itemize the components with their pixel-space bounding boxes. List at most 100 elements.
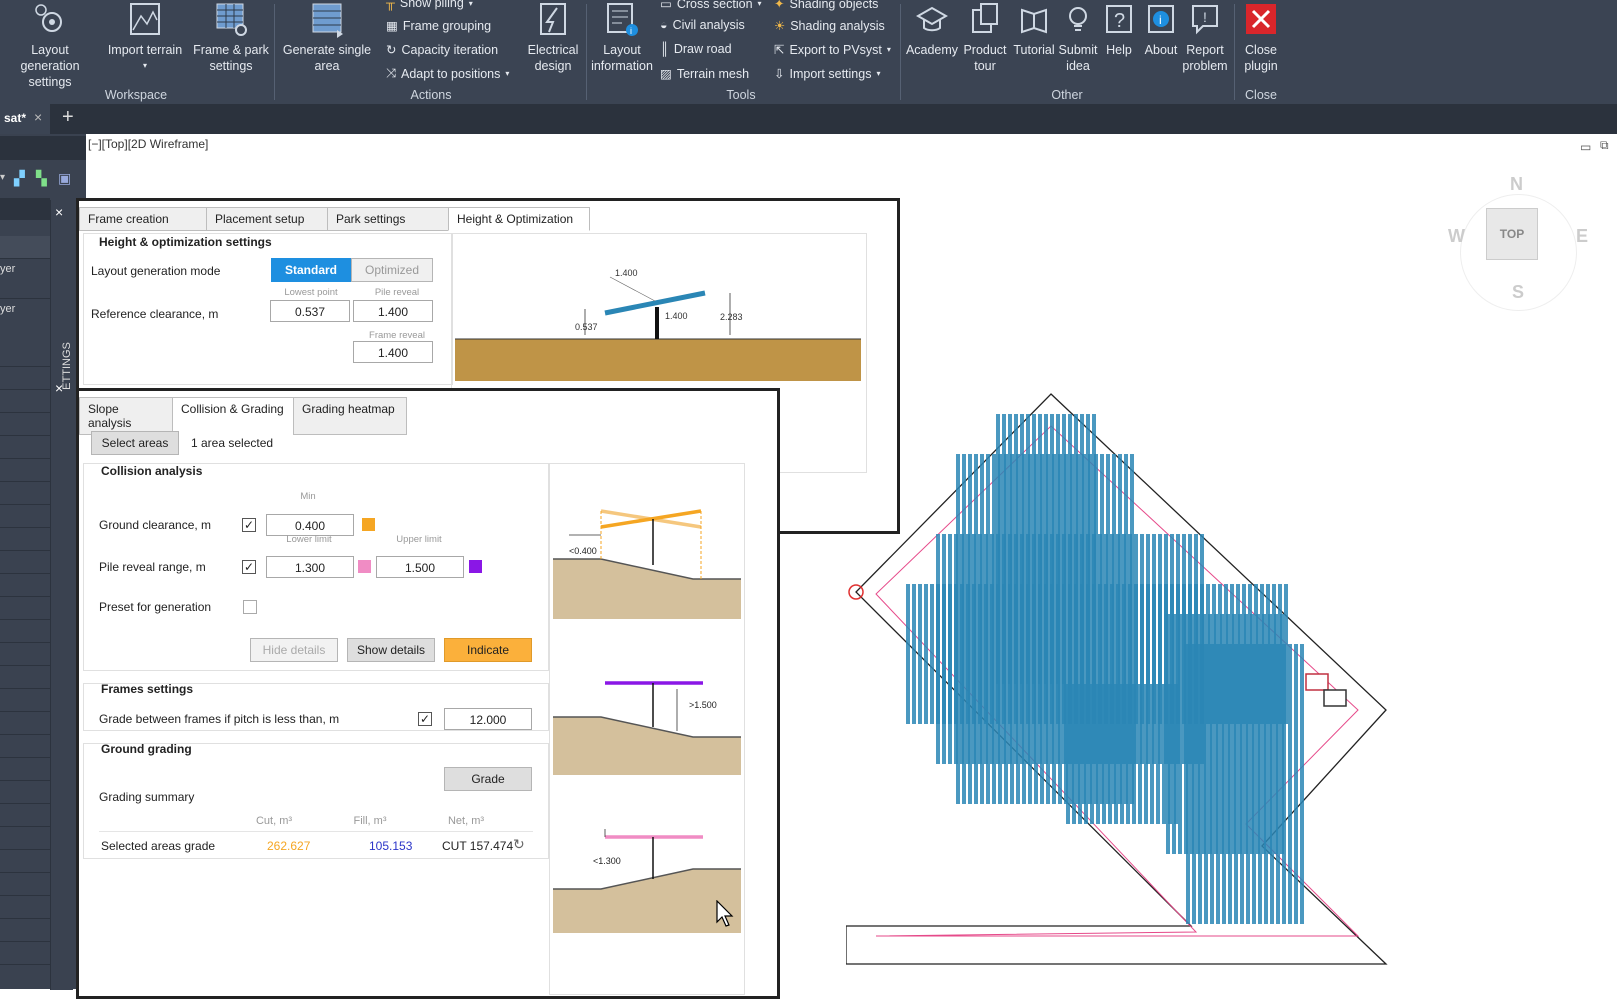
import-settings-button[interactable]: ⇩ Import settings ▾ — [774, 66, 880, 82]
layout-information-button[interactable]: i Layout information — [590, 0, 654, 74]
dropdown-arrow-icon[interactable]: ▾ — [0, 172, 5, 183]
tab-grading-heatmap[interactable]: Grading heatmap — [293, 397, 407, 435]
tab-frame-creation[interactable]: Frame creation — [79, 207, 207, 231]
close-palette-icon[interactable]: × — [55, 380, 63, 396]
palette-rows — [0, 344, 50, 984]
document-tab[interactable]: sat* × — [0, 104, 50, 134]
terrain-mesh-button[interactable]: ▨ Terrain mesh — [660, 66, 749, 82]
panel-row — [906, 584, 910, 724]
academy-button[interactable]: Academy — [904, 0, 960, 58]
draw-road-button[interactable]: ║ Draw road — [660, 42, 732, 56]
mode-optimized-button[interactable]: Optimized — [351, 258, 433, 282]
select-areas-button[interactable]: Select areas — [91, 431, 179, 455]
grade-between-checkbox[interactable]: ✓ — [418, 712, 432, 726]
lowest-point-input[interactable]: 0.537 — [270, 300, 350, 322]
clearance-diagram-label: <0.400 — [569, 546, 597, 556]
upper-limit-input[interactable]: 1.500 — [376, 556, 464, 578]
about-icon: i — [1148, 5, 1174, 33]
workspace-group-label: Workspace — [104, 88, 168, 102]
compass-south[interactable]: S — [1512, 282, 1524, 303]
pile-range-checkbox[interactable]: ✓ — [242, 560, 256, 574]
generate-single-area-button[interactable]: Generate single area — [282, 0, 372, 74]
layout-generation-settings-button[interactable]: Layout generation settings — [0, 0, 100, 90]
terrain-map-icon — [130, 3, 160, 35]
layer-state-icon[interactable]: ▚ — [36, 170, 47, 187]
ground-clearance-checkbox[interactable]: ✓ — [242, 518, 256, 532]
cross-section-icon: ▭ — [660, 0, 672, 11]
compass-west[interactable]: W — [1448, 226, 1465, 247]
grade-between-input[interactable]: 12.000 — [444, 708, 532, 730]
close-tab-icon[interactable]: × — [34, 109, 42, 125]
hide-details-button[interactable]: Hide details — [250, 638, 338, 662]
tab-height-optimization[interactable]: Height & Optimization — [448, 207, 590, 231]
frame-grouping-button[interactable]: ▦ Frame grouping — [386, 18, 491, 34]
submit-idea-button[interactable]: Submit idea — [1056, 0, 1100, 74]
layer-props-icon[interactable]: ▣ — [58, 170, 71, 187]
upper-limit-color-swatch[interactable] — [469, 560, 482, 573]
import-terrain-button[interactable]: Import terrain ▾ — [104, 0, 186, 74]
lower-limit-input[interactable]: 1.300 — [266, 556, 354, 578]
panel-row — [1156, 684, 1160, 824]
refresh-icon[interactable]: ↻ — [513, 836, 525, 853]
close-plugin-button[interactable]: Close plugin — [1236, 0, 1286, 74]
viewport-label[interactable]: [−][Top][2D Wireframe] — [88, 137, 208, 151]
panel-row — [1066, 684, 1070, 824]
preset-checkbox[interactable] — [243, 600, 257, 614]
ground-clearance-input[interactable]: 0.400 — [266, 514, 354, 536]
tab-park-settings[interactable]: Park settings — [327, 207, 449, 231]
adapt-positions-button[interactable]: ⤨ Adapt to positions ▾ — [386, 66, 509, 81]
viewcube-top-face[interactable]: TOP — [1486, 208, 1538, 260]
panel-row — [1204, 644, 1208, 924]
new-tab-icon[interactable]: + — [62, 106, 74, 129]
panel-rows — [906, 414, 1304, 924]
show-piling-button[interactable]: ╥ Show piling ▾ — [386, 0, 473, 10]
shading-analysis-button[interactable]: ☀ Shading analysis — [774, 18, 885, 34]
lower-limit-color-swatch[interactable] — [358, 560, 371, 573]
viewcube[interactable]: N W E S TOP — [1436, 174, 1596, 324]
restore-viewport-icon[interactable]: ⧉ — [1600, 138, 1609, 153]
panel-row — [1228, 644, 1232, 924]
pile-reveal-input[interactable]: 1.400 — [353, 300, 433, 322]
add-layer-icon[interactable]: ▞ — [14, 170, 25, 187]
help-button[interactable]: ? Help — [1098, 0, 1140, 58]
minimize-viewport-icon[interactable]: ▭ — [1580, 140, 1591, 154]
capacity-iteration-button[interactable]: ↻ Capacity iteration — [386, 42, 498, 58]
report-icon: ! — [1192, 5, 1218, 35]
panel-row — [942, 584, 946, 724]
panel-row — [1276, 644, 1280, 924]
frame-reveal-input[interactable]: 1.400 — [353, 341, 433, 363]
frame-park-settings-button[interactable]: Frame & park settings — [190, 0, 272, 74]
compass-north[interactable]: N — [1510, 174, 1523, 195]
tutorial-button[interactable]: Tutorial — [1010, 0, 1058, 58]
cross-section-button[interactable]: ▭ Cross section ▾ — [660, 0, 762, 11]
export-pvsyst-button[interactable]: ⇱ Export to PVsyst ▾ — [774, 42, 891, 58]
help-icon: ? — [1106, 5, 1132, 33]
diagram-pile-value: 1.400 — [665, 311, 688, 321]
panel-row — [1014, 584, 1018, 724]
ground-clearance-color-swatch[interactable] — [362, 518, 375, 531]
tab-placement-setup[interactable]: Placement setup — [206, 207, 328, 231]
close-palette-icon[interactable]: × — [55, 204, 63, 220]
report-problem-button[interactable]: ! Report problem — [1180, 0, 1230, 74]
panel-row — [1252, 644, 1256, 924]
tab-collision-grading[interactable]: Collision & Grading — [172, 397, 294, 435]
product-tour-button[interactable]: Product tour — [960, 0, 1010, 74]
panel-row — [984, 584, 988, 724]
tab-slope-analysis[interactable]: Slope analysis — [79, 397, 173, 435]
panel-row — [1008, 584, 1012, 724]
shading-objects-button[interactable]: ✦ Shading objects — [774, 0, 878, 11]
mode-standard-button[interactable]: Standard — [271, 258, 351, 282]
electrical-icon — [540, 3, 566, 35]
grade-button[interactable]: Grade — [444, 767, 532, 791]
show-details-button[interactable]: Show details — [347, 638, 435, 662]
export-icon: ⇱ — [774, 43, 785, 57]
indicate-button[interactable]: Indicate — [444, 638, 532, 662]
electrical-design-button[interactable]: Electrical design — [522, 0, 584, 74]
frames-title: Frames settings — [101, 682, 194, 696]
settings-side-strip: × ETTINGS × — [50, 200, 73, 990]
about-button[interactable]: i About — [1140, 0, 1182, 58]
civil-analysis-button[interactable]: ◒ Civil analysis — [660, 18, 745, 32]
site-layout-drawing[interactable] — [846, 384, 1526, 989]
compass-east[interactable]: E — [1576, 226, 1588, 247]
summary-divider — [99, 831, 533, 832]
